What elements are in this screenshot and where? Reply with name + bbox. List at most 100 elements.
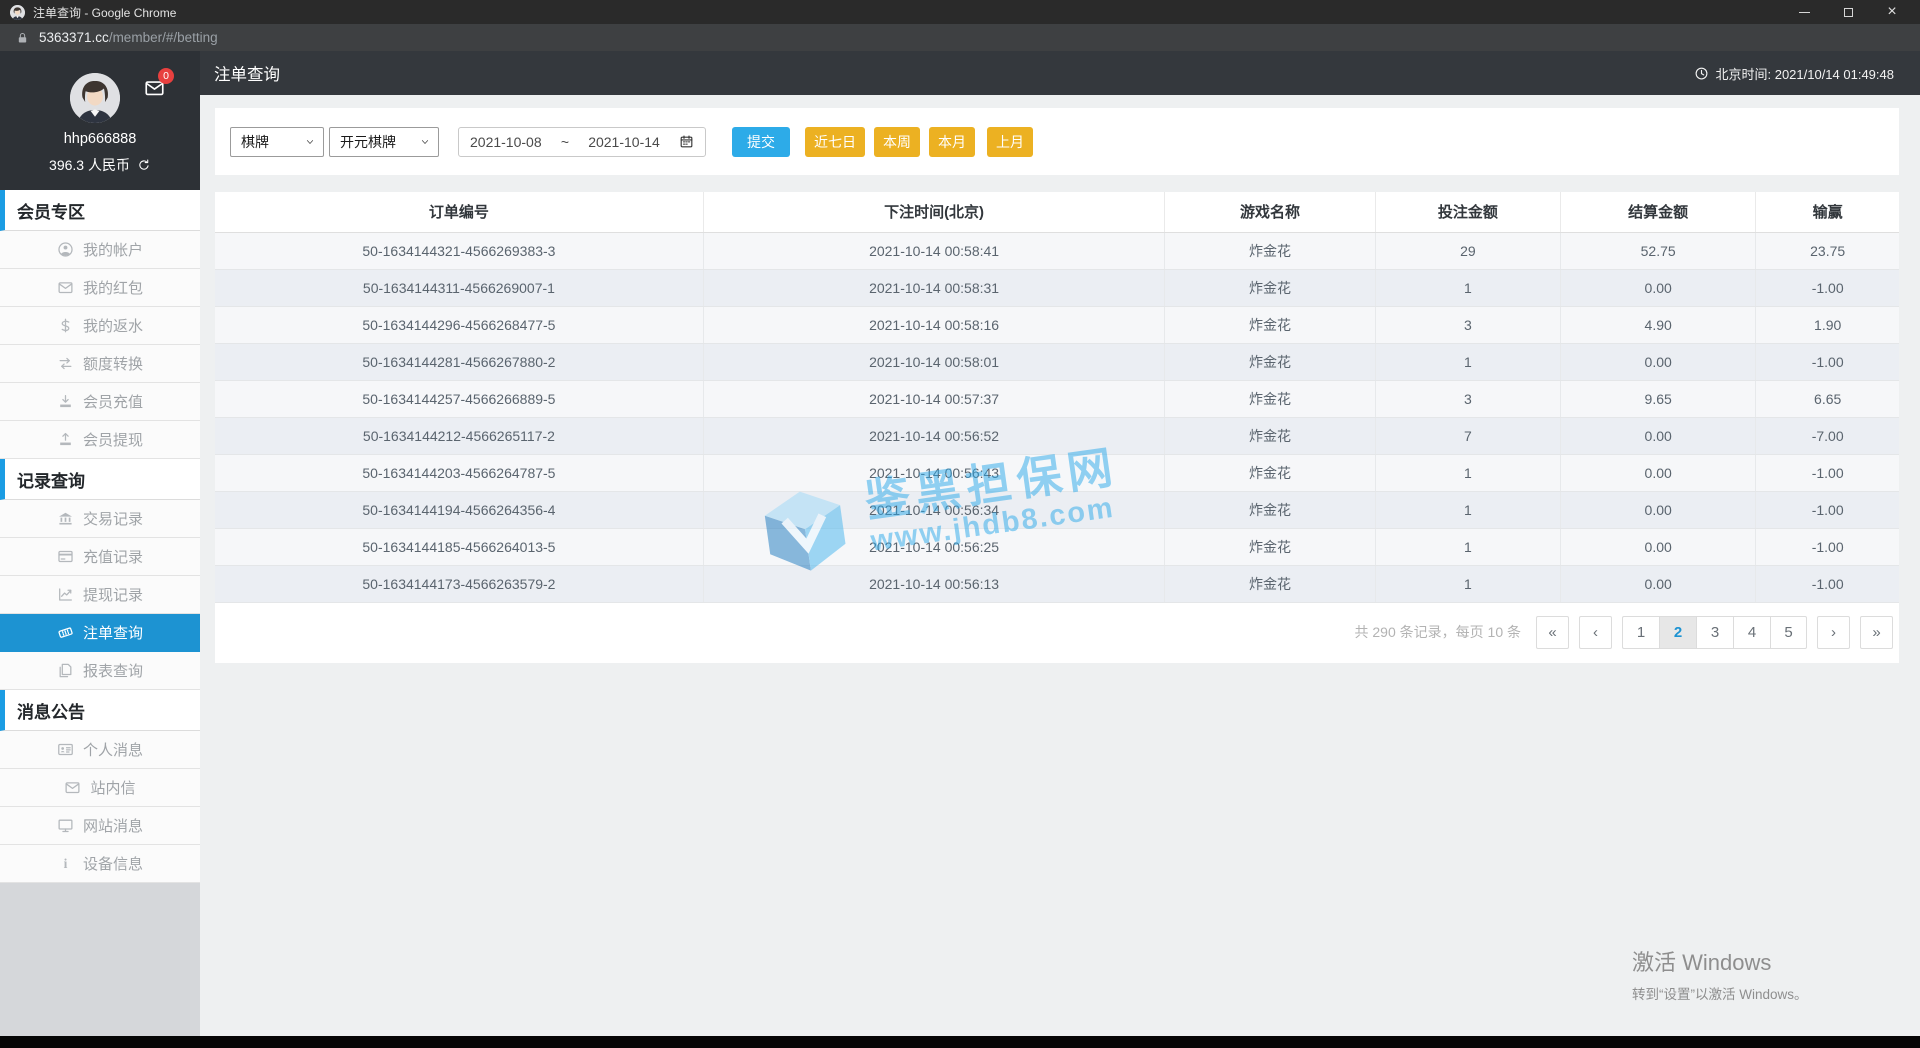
- sidebar-item-withdraw-records[interactable]: 提现记录: [0, 576, 200, 614]
- sidebar-item-red-packet[interactable]: 我的红包: [0, 269, 200, 307]
- win-loss-cell: 1.90: [1755, 306, 1899, 344]
- page-button-4[interactable]: 4: [1733, 615, 1770, 649]
- last-month-button[interactable]: 上月: [987, 126, 1033, 157]
- bet-time-cell: 2021-10-14 00:56:13: [703, 565, 1166, 603]
- mailbox-button[interactable]: 0: [141, 68, 174, 104]
- bet-amount-cell: 29: [1375, 232, 1562, 270]
- table-row: 50-1634144185-4566264013-5 2021-10-14 00…: [215, 528, 1899, 566]
- this-month-button[interactable]: 本月: [929, 126, 975, 157]
- user-panel: 0 hhp666888 396.3 人民币: [0, 51, 200, 190]
- game-name-cell: 炸金花: [1164, 417, 1376, 455]
- date-range-picker[interactable]: 2021-10-08 ~ 2021-10-14: [458, 126, 706, 157]
- sidebar-filler: [0, 883, 200, 1036]
- submit-button[interactable]: 提交: [732, 126, 790, 157]
- next-page-button[interactable]: ›: [1817, 615, 1850, 649]
- calendar-icon: [679, 134, 694, 149]
- bet-amount-cell: 3: [1375, 380, 1562, 418]
- window-title: 注单查询 - Google Chrome: [33, 5, 177, 20]
- prev-page-button[interactable]: ‹: [1579, 615, 1612, 649]
- win-loss-cell: -1.00: [1755, 269, 1899, 307]
- table-header-row: 订单编号 下注时间(北京) 游戏名称 投注金额 结算金额 输赢: [215, 192, 1899, 233]
- order-id-cell: 50-1634144257-4566266889-5: [215, 380, 704, 418]
- chart-line-icon: [57, 586, 74, 603]
- col-game-name: 游戏名称: [1164, 192, 1376, 233]
- page-button-5[interactable]: 5: [1770, 615, 1807, 649]
- category-select[interactable]: 棋牌: [230, 126, 324, 157]
- windows-activation-notice: 激活 Windows 转到“设置”以激活 Windows。: [1632, 950, 1808, 1002]
- sidebar-item-personal-messages[interactable]: 个人消息: [0, 731, 200, 769]
- avatar[interactable]: [70, 73, 120, 123]
- date-separator: ~: [560, 133, 569, 150]
- sidebar-item-deposit[interactable]: 会员充值: [0, 383, 200, 421]
- report-icon: [57, 662, 74, 679]
- ticket-icon: [57, 624, 74, 641]
- url-text: 5363371.cc/member/#/betting: [39, 30, 218, 45]
- last-page-button[interactable]: »: [1860, 615, 1893, 649]
- table-row: 50-1634144296-4566268477-5 2021-10-14 00…: [215, 306, 1899, 344]
- col-bet-time: 下注时间(北京): [703, 192, 1166, 233]
- settle-amount-cell: 0.00: [1560, 491, 1757, 529]
- bet-amount-cell: 7: [1375, 417, 1562, 455]
- settle-amount-cell: 52.75: [1560, 232, 1757, 270]
- sidebar-item-site-mail[interactable]: 站内信: [0, 769, 200, 807]
- bet-amount-cell: 1: [1375, 491, 1562, 529]
- game-name-cell: 炸金花: [1164, 269, 1376, 307]
- page-button-2-active[interactable]: 2: [1659, 615, 1696, 649]
- order-id-cell: 50-1634144173-4566263579-2: [215, 565, 704, 603]
- filter-bar: 棋牌 开元棋牌 2021-10-08 ~ 2021-10-14 提交 近七日 本…: [215, 108, 1899, 175]
- sidebar-item-my-account[interactable]: 我的帐户: [0, 231, 200, 269]
- order-id-cell: 50-1634144296-4566268477-5: [215, 306, 704, 344]
- sidebar-menu: 会员专区 我的帐户 我的红包 我的返水 额度转换 会员充值 会员提现 记录查询 …: [0, 190, 200, 883]
- table-body: 50-1634144321-4566269383-3 2021-10-14 00…: [215, 232, 1899, 603]
- pagination: 共 290 条记录，每页 10 条 « ‹ 1 2 3 4 5 › »: [215, 603, 1899, 653]
- game-select[interactable]: 开元棋牌: [329, 126, 439, 157]
- win-loss-cell: 6.65: [1755, 380, 1899, 418]
- chevron-down-icon: [420, 137, 430, 147]
- section-messages: 消息公告: [0, 690, 200, 731]
- close-button[interactable]: ×: [1886, 4, 1898, 20]
- sidebar-item-withdraw[interactable]: 会员提现: [0, 421, 200, 459]
- sidebar-item-transactions[interactable]: 交易记录: [0, 500, 200, 538]
- sidebar-item-bet-query[interactable]: 注单查询: [0, 614, 200, 652]
- page-button-3[interactable]: 3: [1696, 615, 1733, 649]
- window-titlebar: 注单查询 - Google Chrome ×: [0, 0, 1920, 24]
- sidebar-item-rebate[interactable]: 我的返水: [0, 307, 200, 345]
- sidebar-item-deposit-records[interactable]: 充值记录: [0, 538, 200, 576]
- bet-amount-cell: 1: [1375, 565, 1562, 603]
- table-row: 50-1634144311-4566269007-1 2021-10-14 00…: [215, 269, 1899, 307]
- win-loss-cell: -1.00: [1755, 528, 1899, 566]
- table-row: 50-1634144321-4566269383-3 2021-10-14 00…: [215, 232, 1899, 270]
- settle-amount-cell: 0.00: [1560, 454, 1757, 492]
- settle-amount-cell: 9.65: [1560, 380, 1757, 418]
- game-name-cell: 炸金花: [1164, 306, 1376, 344]
- bet-time-cell: 2021-10-14 00:58:16: [703, 306, 1166, 344]
- this-week-button[interactable]: 本周: [874, 126, 920, 157]
- sidebar-item-transfer[interactable]: 额度转换: [0, 345, 200, 383]
- col-settle-amount: 结算金额: [1560, 192, 1757, 233]
- settle-amount-cell: 0.00: [1560, 565, 1757, 603]
- sidebar-item-site-messages[interactable]: 网站消息: [0, 807, 200, 845]
- sidebar-item-device-info[interactable]: 设备信息: [0, 845, 200, 883]
- sidebar-item-report-query[interactable]: 报表查询: [0, 652, 200, 690]
- page-button-1[interactable]: 1: [1622, 615, 1659, 649]
- order-id-cell: 50-1634144185-4566264013-5: [215, 528, 704, 566]
- address-bar[interactable]: 5363371.cc/member/#/betting: [0, 24, 1920, 51]
- lock-icon: [16, 31, 29, 45]
- deposit-icon: [57, 393, 74, 410]
- col-win-loss: 输赢: [1755, 192, 1899, 233]
- table-row: 50-1634144173-4566263579-2 2021-10-14 00…: [215, 565, 1899, 603]
- page-header: 注单查询 北京时间: 2021/10/14 01:49:48: [200, 51, 1920, 95]
- bet-time-cell: 2021-10-14 00:58:31: [703, 269, 1166, 307]
- refresh-balance-icon[interactable]: [137, 158, 151, 172]
- withdraw-icon: [57, 431, 74, 448]
- bet-table: 订单编号 下注时间(北京) 游戏名称 投注金额 结算金额 输赢 50-16341: [215, 192, 1899, 603]
- last-seven-days-button[interactable]: 近七日: [805, 126, 865, 157]
- bet-amount-cell: 1: [1375, 269, 1562, 307]
- bank-icon: [57, 510, 74, 527]
- first-page-button[interactable]: «: [1536, 615, 1569, 649]
- order-id-cell: 50-1634144212-4566265117-2: [215, 417, 704, 455]
- maximize-button[interactable]: [1842, 6, 1854, 18]
- minimize-button[interactable]: [1798, 6, 1810, 18]
- settle-amount-cell: 0.00: [1560, 343, 1757, 381]
- game-name-cell: 炸金花: [1164, 528, 1376, 566]
